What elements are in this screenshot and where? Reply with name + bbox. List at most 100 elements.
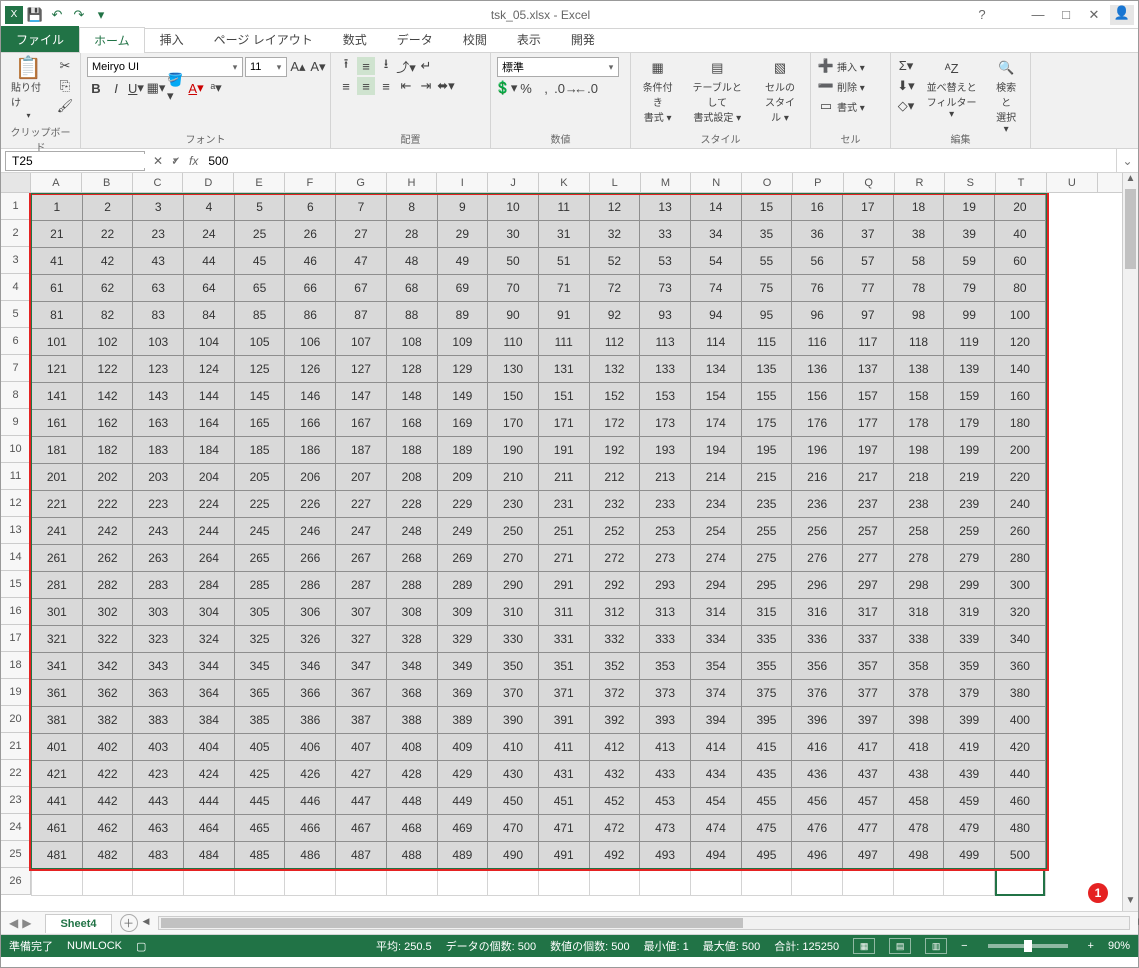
cell-R19[interactable]: 378: [893, 680, 944, 707]
cell-T19[interactable]: 380: [995, 680, 1046, 707]
cell-O7[interactable]: 135: [741, 356, 792, 383]
cell-C8[interactable]: 143: [133, 383, 184, 410]
cell-F4[interactable]: 66: [285, 275, 336, 302]
col-header-I[interactable]: I: [437, 173, 488, 192]
cell-C15[interactable]: 283: [133, 572, 184, 599]
cell-B13[interactable]: 242: [82, 518, 133, 545]
cell-C11[interactable]: 203: [133, 464, 184, 491]
cell-C1[interactable]: 3: [133, 194, 184, 221]
cell-I21[interactable]: 409: [437, 734, 488, 761]
col-header-L[interactable]: L: [590, 173, 641, 192]
cell-N10[interactable]: 194: [690, 437, 741, 464]
cell-T23[interactable]: 460: [995, 788, 1046, 815]
cell-K14[interactable]: 271: [538, 545, 589, 572]
cell-J17[interactable]: 330: [488, 626, 539, 653]
cell-K3[interactable]: 51: [538, 248, 589, 275]
horizontal-scrollbar[interactable]: ◀ ▶: [158, 916, 1130, 930]
cell-L26[interactable]: [589, 869, 640, 896]
cell-C14[interactable]: 263: [133, 545, 184, 572]
cell-K13[interactable]: 251: [538, 518, 589, 545]
cell-Q14[interactable]: 277: [843, 545, 894, 572]
cell-B4[interactable]: 62: [82, 275, 133, 302]
cell-Q22[interactable]: 437: [843, 761, 894, 788]
cell-H1[interactable]: 8: [386, 194, 437, 221]
cell-R18[interactable]: 358: [893, 653, 944, 680]
cut-icon[interactable]: ✂: [56, 57, 74, 75]
cell-I9[interactable]: 169: [437, 410, 488, 437]
row-header-4[interactable]: 4: [1, 274, 31, 301]
scroll-up-icon[interactable]: ▲: [1123, 173, 1138, 189]
cell-N16[interactable]: 314: [690, 599, 741, 626]
cell-C19[interactable]: 363: [133, 680, 184, 707]
cell-O21[interactable]: 415: [741, 734, 792, 761]
cell-C9[interactable]: 163: [133, 410, 184, 437]
col-header-K[interactable]: K: [539, 173, 590, 192]
cell-K6[interactable]: 111: [538, 329, 589, 356]
cell-I2[interactable]: 29: [437, 221, 488, 248]
cell-L15[interactable]: 292: [589, 572, 640, 599]
font-color-icon[interactable]: A▾: [187, 79, 205, 97]
cell-F7[interactable]: 126: [285, 356, 336, 383]
cell-O2[interactable]: 35: [741, 221, 792, 248]
cell-N2[interactable]: 34: [690, 221, 741, 248]
cell-K15[interactable]: 291: [538, 572, 589, 599]
cell-I26[interactable]: [437, 869, 488, 896]
cell-P21[interactable]: 416: [792, 734, 843, 761]
cell-N6[interactable]: 114: [690, 329, 741, 356]
cell-F13[interactable]: 246: [285, 518, 336, 545]
cell-M17[interactable]: 333: [640, 626, 691, 653]
cell-M26[interactable]: [640, 869, 691, 896]
cell-N1[interactable]: 14: [690, 194, 741, 221]
cell-M23[interactable]: 453: [640, 788, 691, 815]
cell-I15[interactable]: 289: [437, 572, 488, 599]
cell-G13[interactable]: 247: [336, 518, 387, 545]
cell-I14[interactable]: 269: [437, 545, 488, 572]
cell-J5[interactable]: 90: [488, 302, 539, 329]
cell-E14[interactable]: 265: [234, 545, 285, 572]
cell-E11[interactable]: 205: [234, 464, 285, 491]
cell-A1[interactable]: 1: [32, 194, 83, 221]
tab-developer[interactable]: 開発: [556, 26, 610, 52]
cell-P23[interactable]: 456: [792, 788, 843, 815]
cell-G7[interactable]: 127: [336, 356, 387, 383]
cell-K21[interactable]: 411: [538, 734, 589, 761]
cell-L10[interactable]: 192: [589, 437, 640, 464]
row-header-25[interactable]: 25: [1, 841, 31, 868]
cell-J21[interactable]: 410: [488, 734, 539, 761]
cell-S11[interactable]: 219: [944, 464, 995, 491]
cell-L2[interactable]: 32: [589, 221, 640, 248]
cell-F10[interactable]: 186: [285, 437, 336, 464]
sort-filter-button[interactable]: ᴬZ並べ替えと フィルター ▾: [921, 57, 982, 122]
cell-A23[interactable]: 441: [32, 788, 83, 815]
cell-S19[interactable]: 379: [944, 680, 995, 707]
cell-I19[interactable]: 369: [437, 680, 488, 707]
cell-R3[interactable]: 58: [893, 248, 944, 275]
cell-O8[interactable]: 155: [741, 383, 792, 410]
cell-O3[interactable]: 55: [741, 248, 792, 275]
cell-M9[interactable]: 173: [640, 410, 691, 437]
cell-F23[interactable]: 446: [285, 788, 336, 815]
cell-L25[interactable]: 492: [589, 842, 640, 869]
cell-S13[interactable]: 259: [944, 518, 995, 545]
cell-D11[interactable]: 204: [184, 464, 235, 491]
cell-A17[interactable]: 321: [32, 626, 83, 653]
cell-E5[interactable]: 85: [234, 302, 285, 329]
cell-I4[interactable]: 69: [437, 275, 488, 302]
align-right-icon[interactable]: ≡: [377, 77, 395, 95]
align-bottom-icon[interactable]: ⭳: [377, 57, 395, 75]
cell-H13[interactable]: 248: [386, 518, 437, 545]
cell-M18[interactable]: 353: [640, 653, 691, 680]
col-header-P[interactable]: P: [793, 173, 844, 192]
cell-A9[interactable]: 161: [32, 410, 83, 437]
cell-R14[interactable]: 278: [893, 545, 944, 572]
cell-K24[interactable]: 471: [538, 815, 589, 842]
cell-D3[interactable]: 44: [184, 248, 235, 275]
cell-F6[interactable]: 106: [285, 329, 336, 356]
cell-E19[interactable]: 365: [234, 680, 285, 707]
cell-E10[interactable]: 185: [234, 437, 285, 464]
cell-L19[interactable]: 372: [589, 680, 640, 707]
cell-G21[interactable]: 407: [336, 734, 387, 761]
cell-L7[interactable]: 132: [589, 356, 640, 383]
cell-P24[interactable]: 476: [792, 815, 843, 842]
cell-C4[interactable]: 63: [133, 275, 184, 302]
